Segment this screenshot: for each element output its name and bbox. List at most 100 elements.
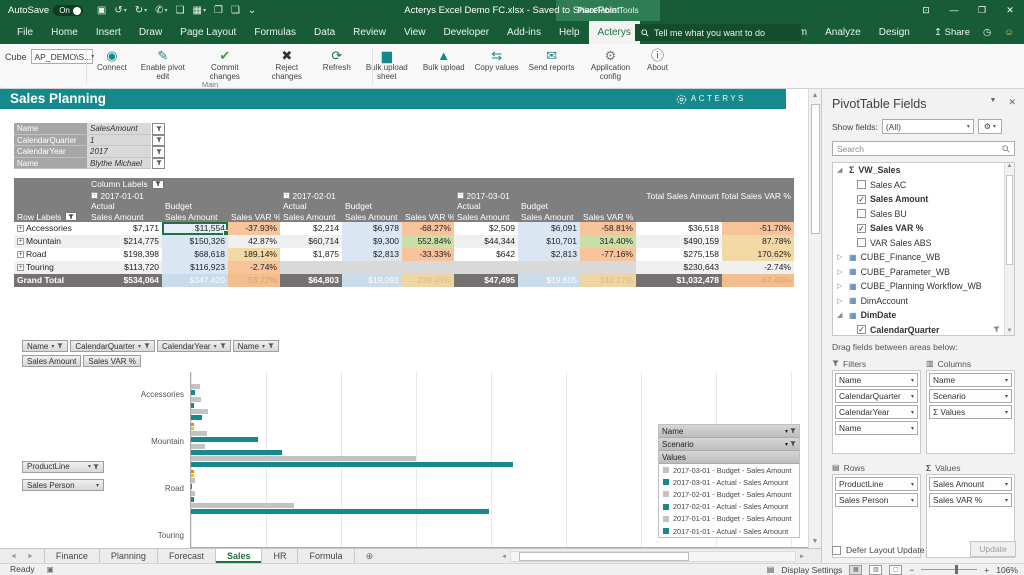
fields-list-scrollbar[interactable]: ▲ ▼ [1004, 163, 1014, 335]
field-group-dimaccount[interactable]: ▷ ▦ DimAccount [833, 294, 1014, 309]
zoom-slider[interactable] [921, 565, 978, 574]
field-checkbox[interactable]: ✓ [857, 194, 866, 204]
worksheet-vertical-scrollbar[interactable]: ▲ ▼ [808, 89, 821, 548]
new-document-icon[interactable]: ❏ [176, 5, 185, 16]
area-field-chip[interactable]: Scenario ▾ [929, 389, 1012, 403]
expand-row-button[interactable]: + [17, 225, 24, 232]
pivot-cell[interactable]: $1,875 [280, 248, 342, 261]
area-field-chip[interactable]: Name ▾ [929, 373, 1012, 387]
ribbon-button-refresh[interactable]: ⟳ Refresh [318, 46, 356, 74]
pivot-cell[interactable]: $10,701 [518, 235, 580, 248]
minimize-icon[interactable]: — [940, 0, 968, 21]
pivot-cell[interactable]: $19,091 [342, 274, 402, 287]
update-button[interactable]: Update [970, 541, 1016, 557]
field-item-sales-var--[interactable]: ✓ Sales VAR % [833, 221, 1014, 236]
ribbon-tab-page-layout[interactable]: Page Layout [171, 21, 245, 44]
field-item-sales-bu[interactable]: Sales BU [833, 207, 1014, 222]
activity-icon[interactable]: ◷ [983, 27, 991, 38]
pivot-cell[interactable]: $150,326 [162, 235, 228, 248]
collapse-group-button[interactable]: - [283, 192, 290, 199]
pivot-cell[interactable]: $64,803 [280, 274, 342, 287]
chart-field-button-name[interactable]: Name ▾ [22, 340, 69, 352]
feedback-smiley-icon[interactable]: ☺ [1004, 27, 1014, 38]
area-field-chip[interactable]: Name ▾ [835, 373, 918, 387]
ribbon-button-about[interactable]: ⓘ About [641, 46, 673, 74]
pivot-cell[interactable] [402, 261, 454, 274]
zoom-slider-thumb[interactable] [955, 565, 959, 574]
area-field-chip[interactable]: Sales VAR % ▾ [929, 493, 1012, 507]
area-field-chip[interactable]: Σ Values ▾ [929, 405, 1012, 419]
row-label[interactable]: + Mountain [14, 235, 88, 248]
collapse-icon[interactable]: ◢ [837, 166, 845, 174]
sheet-tab-formula[interactable]: Formula [298, 549, 355, 563]
sheet-tab-sales[interactable]: Sales [215, 549, 263, 563]
pivot-cell[interactable]: $534,064 [88, 274, 162, 287]
ribbon-tab-acterys[interactable]: Acterys [588, 21, 640, 44]
pivot-cell[interactable]: $7,171 [88, 222, 162, 235]
expand-row-button[interactable]: + [17, 238, 24, 245]
ribbon-button-send-reports[interactable]: ✉ Send reports [524, 46, 580, 74]
previous-sheet-icon[interactable]: ◄ [10, 553, 17, 560]
ribbon-tab-formulas[interactable]: Formulas [245, 21, 305, 44]
normal-view-icon[interactable]: ▦ [849, 564, 863, 575]
pivot-cell[interactable]: $230,643 [636, 261, 722, 274]
chart-field-button-calendaryear[interactable]: CalendarYear ▾ [156, 340, 231, 352]
field-group-cube_finance_wb[interactable]: ▷ ▦ CUBE_Finance_WB [833, 250, 1014, 265]
fields-scrollbar-thumb[interactable] [1006, 175, 1013, 265]
fields-search-input[interactable]: Search [832, 141, 1015, 156]
row-label[interactable]: + Road [14, 248, 88, 261]
scroll-down-icon[interactable]: ▼ [809, 535, 821, 548]
ribbon-button-reject-changes[interactable]: ✖ Reject changes [256, 46, 318, 82]
copy-down-icon[interactable]: ❑ [231, 5, 240, 16]
filter-funnel-button[interactable] [152, 146, 165, 158]
chart-field-button-calendarquarter[interactable]: CalendarQuarter ▾ [70, 340, 155, 352]
ribbon-tab-insert[interactable]: Insert [87, 21, 130, 44]
autosave-pill[interactable]: On [53, 5, 83, 16]
pivot-cell[interactable]: 67.40% [722, 274, 794, 287]
chart-value-button[interactable]: Sales VAR % [83, 355, 141, 367]
show-fields-dropdown[interactable]: (All) ▾ [881, 119, 974, 134]
vertical-scrollbar-thumb[interactable] [811, 104, 820, 234]
row-label[interactable]: + Touring [14, 261, 88, 274]
ribbon-tab-add-ins[interactable]: Add-ins [498, 21, 550, 44]
scroll-right-icon[interactable]: ► [796, 554, 808, 560]
pivot-cell[interactable]: $1,032,478 [636, 274, 722, 287]
field-checkbox[interactable]: ✓ [857, 223, 866, 233]
pivot-cell[interactable]: $2,509 [454, 222, 518, 235]
ribbon-display-options-icon[interactable]: ⊡ [912, 0, 940, 21]
pivot-cell[interactable]: $2,813 [342, 248, 402, 261]
ribbon-tab-design[interactable]: Design [870, 21, 919, 44]
filter-funnel-button[interactable] [152, 123, 165, 135]
grand-total-label[interactable]: Grand Total [14, 274, 88, 287]
copy-up-icon[interactable]: ❐ [214, 5, 223, 16]
pivot-cell[interactable] [580, 261, 636, 274]
chart-field-button-name[interactable]: Name ▾ [232, 340, 279, 352]
page-layout-view-icon[interactable]: ▥ [869, 564, 883, 575]
pivot-cell[interactable]: -77.16% [580, 248, 636, 261]
ribbon-tab-view[interactable]: View [395, 21, 435, 44]
ribbon-button-copy-values[interactable]: ⇆ Copy values [470, 46, 524, 74]
filter-funnel-button[interactable] [152, 134, 165, 146]
call-icon[interactable]: ✆ ▾ [155, 5, 167, 16]
row-labels-filter-button[interactable] [65, 212, 78, 221]
area-field-chip[interactable]: CalendarQuarter ▾ [835, 389, 918, 403]
expand-icon[interactable]: ▷ [837, 253, 845, 261]
expand-icon[interactable]: ▷ [837, 268, 845, 276]
pivot-cell[interactable]: 42.87% [228, 235, 280, 248]
pivot-cell[interactable]: $36,518 [636, 222, 722, 235]
new-sheet-button[interactable]: ⊕ [361, 549, 379, 563]
tools-gear-button[interactable]: ⚙ ▾ [977, 119, 1002, 134]
pivot-cell[interactable]: $2,813 [518, 248, 580, 261]
pivot-cell[interactable]: $11,554 [162, 222, 228, 235]
pivot-cell[interactable]: 142.27% [580, 274, 636, 287]
row-label[interactable]: + Accessories [14, 222, 88, 235]
chart-field-button-productline[interactable]: ProductLine ▾ [22, 460, 104, 473]
pivot-cell[interactable]: -2.74% [228, 261, 280, 274]
close-icon[interactable]: ✕ [996, 0, 1024, 21]
sheet-tab-hr[interactable]: HR [262, 549, 299, 563]
pivot-cell[interactable]: $47,495 [454, 274, 518, 287]
pivot-cell[interactable]: -68.27% [402, 222, 454, 235]
ribbon-tab-data[interactable]: Data [305, 21, 344, 44]
expand-row-button[interactable]: + [17, 264, 24, 271]
expand-row-button[interactable]: + [17, 251, 24, 258]
